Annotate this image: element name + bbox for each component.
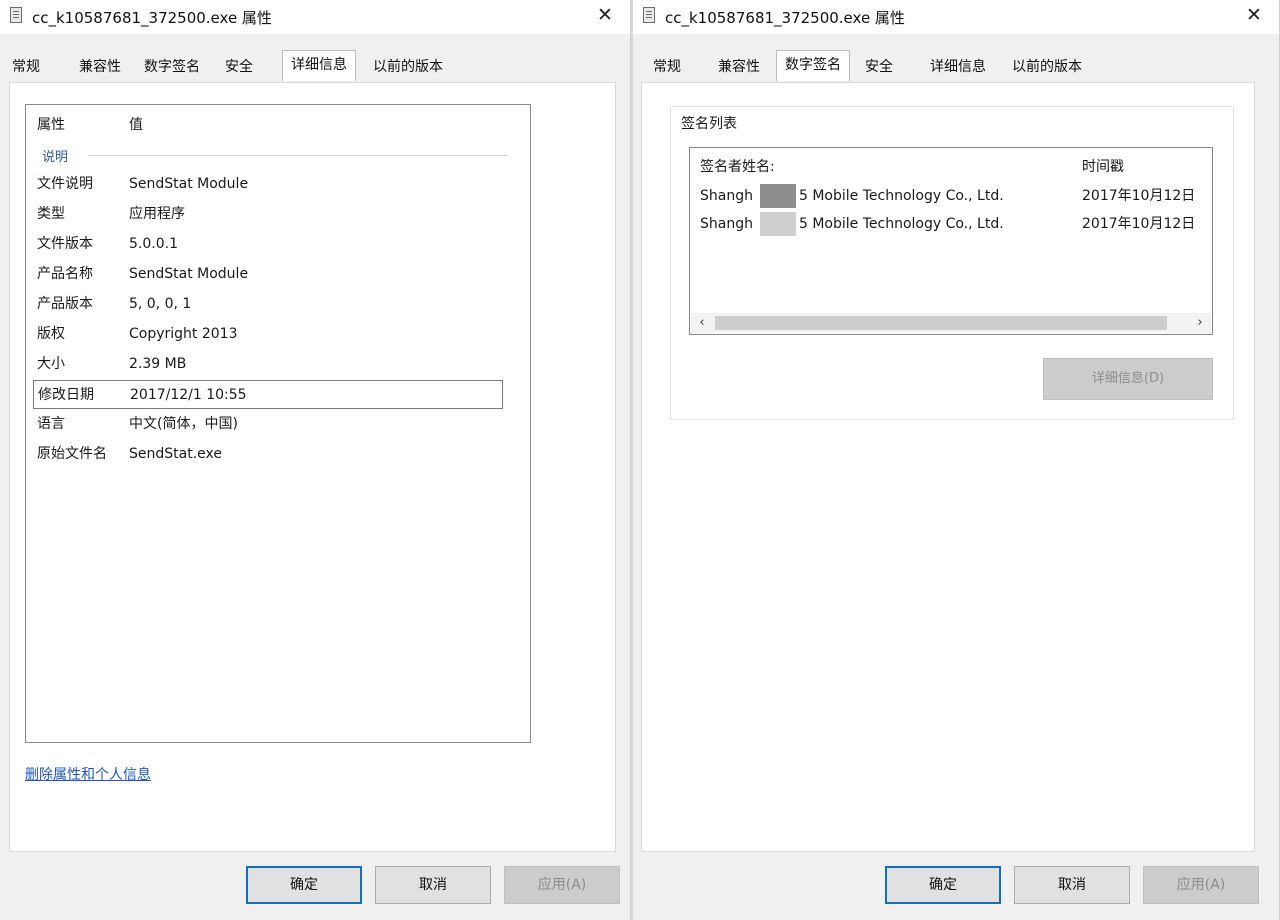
property-value: 5.0.0.1 — [129, 236, 178, 252]
property-key: 文件版本 — [37, 236, 93, 252]
remove-properties-link[interactable]: 删除属性和个人信息 — [25, 764, 151, 784]
tab-previous-versions[interactable]: 以前的版本 — [1012, 53, 1082, 81]
property-value: SendStat Module — [129, 176, 249, 192]
scroll-right-icon[interactable]: › — [1191, 313, 1209, 333]
tab-digital-signatures[interactable]: 数字签名 — [776, 50, 850, 81]
properties-window-signatures: cc_k10587681_372500.exe 属性 ✕ 常规 兼容性 数字签名… — [633, 0, 1280, 920]
tab-details[interactable]: 详细信息 — [930, 53, 986, 81]
signature-list-label: 签名列表 — [678, 113, 740, 133]
header-signer-name[interactable]: 签名者姓名: — [700, 156, 775, 176]
property-row[interactable]: 原始文件名 SendStat.exe — [33, 440, 503, 468]
header-property[interactable]: 属性 — [37, 117, 65, 133]
signature-timestamp: 2017年10月12日 — [1082, 216, 1196, 232]
apply-button[interactable]: 应用(A) — [1143, 866, 1259, 904]
property-value: 应用程序 — [129, 206, 185, 222]
signature-list[interactable]: 签名者姓名: 时间戳 Shangh 5 Mobile Technology Co.… — [689, 147, 1213, 335]
tab-compatibility[interactable]: 兼容性 — [79, 53, 121, 81]
property-value: 2.39 MB — [129, 356, 187, 372]
window-title: cc_k10587681_372500.exe 属性 — [665, 9, 905, 27]
property-key: 语言 — [37, 416, 65, 432]
property-row[interactable]: 语言 中文(简体，中国) — [33, 410, 503, 438]
tab-bar: 常规 兼容性 数字签名 安全 详细信息 以前的版本 — [633, 50, 1279, 82]
property-row[interactable]: 文件版本 5.0.0.1 — [33, 230, 503, 258]
property-row[interactable]: 类型 应用程序 — [33, 200, 503, 228]
header-timestamp[interactable]: 时间戳 — [1082, 156, 1124, 176]
redaction-block — [760, 184, 796, 208]
property-row[interactable]: 产品版本 5, 0, 0, 1 — [33, 290, 503, 318]
property-key: 文件说明 — [37, 176, 93, 192]
details-panel: 属性 值 说明 文件说明 SendStat Module 类型 应用程序 文件版… — [9, 82, 616, 852]
tab-digital-signatures[interactable]: 数字签名 — [144, 53, 200, 81]
property-row-selected[interactable]: 修改日期 2017/12/1 10:55 — [33, 380, 503, 409]
property-key: 产品名称 — [37, 266, 93, 282]
tab-general[interactable]: 常规 — [653, 53, 681, 81]
group-divider — [88, 155, 508, 156]
property-row[interactable]: 文件说明 SendStat Module — [33, 170, 503, 198]
property-value: 中文(简体，中国) — [129, 416, 238, 432]
file-icon — [643, 7, 655, 23]
property-row[interactable]: 产品名称 SendStat Module — [33, 260, 503, 288]
ok-button[interactable]: 确定 — [885, 866, 1001, 904]
tab-previous-versions[interactable]: 以前的版本 — [373, 53, 443, 81]
redaction-block — [760, 212, 796, 236]
cancel-button[interactable]: 取消 — [1014, 866, 1130, 904]
title-bar[interactable]: cc_k10587681_372500.exe 属性 ✕ — [633, 0, 1279, 34]
property-value: Copyright 2013 — [129, 326, 238, 342]
signature-timestamp: 2017年10月12日 — [1082, 188, 1196, 204]
property-key: 大小 — [37, 356, 65, 372]
signature-row[interactable]: Shangh 5 Mobile Technology Co., Ltd. 2017… — [690, 210, 1212, 238]
close-icon[interactable]: ✕ — [594, 3, 616, 27]
property-list[interactable]: 属性 值 说明 文件说明 SendStat Module 类型 应用程序 文件版… — [25, 104, 531, 743]
apply-button[interactable]: 应用(A) — [504, 866, 620, 904]
ok-button[interactable]: 确定 — [246, 866, 362, 904]
property-row[interactable]: 大小 2.39 MB — [33, 350, 503, 378]
property-key: 修改日期 — [38, 387, 94, 403]
property-key: 类型 — [37, 206, 65, 222]
property-row[interactable]: 版权 Copyright 2013 — [33, 320, 503, 348]
title-bar[interactable]: cc_k10587681_372500.exe 属性 ✕ — [0, 0, 630, 34]
group-label: 说明 — [42, 150, 69, 165]
tab-general[interactable]: 常规 — [12, 53, 40, 81]
signature-details-button[interactable]: 详细信息(D) — [1043, 358, 1213, 400]
tab-security[interactable]: 安全 — [225, 53, 253, 81]
tab-details[interactable]: 详细信息 — [282, 50, 356, 81]
tab-compatibility[interactable]: 兼容性 — [718, 53, 760, 81]
horizontal-scrollbar[interactable]: ‹ › — [691, 313, 1211, 333]
property-value: 2017/12/1 10:55 — [130, 387, 247, 403]
property-key: 版权 — [37, 326, 65, 342]
properties-window-details: cc_k10587681_372500.exe 属性 ✕ 常规 兼容性 数字签名… — [0, 0, 631, 920]
header-value[interactable]: 值 — [129, 114, 143, 134]
cancel-button[interactable]: 取消 — [375, 866, 491, 904]
signer-name: Shangh 5 Mobile Technology Co., Ltd. — [700, 188, 1004, 204]
close-icon[interactable]: ✕ — [1243, 3, 1265, 27]
signer-name: Shangh 5 Mobile Technology Co., Ltd. — [700, 216, 1004, 232]
property-value: SendStat.exe — [129, 446, 222, 462]
list-header: 属性 值 — [37, 114, 143, 134]
property-value: SendStat Module — [129, 266, 249, 282]
list-header: 签名者姓名: 时间戳 — [690, 156, 1212, 178]
window-title: cc_k10587681_372500.exe 属性 — [32, 9, 272, 27]
property-key: 产品版本 — [37, 296, 93, 312]
tab-bar: 常规 兼容性 数字签名 安全 详细信息 以前的版本 — [0, 50, 630, 82]
scroll-left-icon[interactable]: ‹ — [693, 313, 711, 333]
signatures-panel: 签名列表 签名者姓名: 时间戳 Shangh 5 Mobile Technolog… — [641, 82, 1255, 852]
tab-security[interactable]: 安全 — [865, 53, 893, 81]
file-icon — [10, 7, 22, 23]
signature-row[interactable]: Shangh 5 Mobile Technology Co., Ltd. 2017… — [690, 182, 1212, 210]
property-key: 原始文件名 — [37, 446, 107, 462]
scrollbar-thumb[interactable] — [715, 316, 1167, 330]
property-value: 5, 0, 0, 1 — [129, 296, 192, 312]
